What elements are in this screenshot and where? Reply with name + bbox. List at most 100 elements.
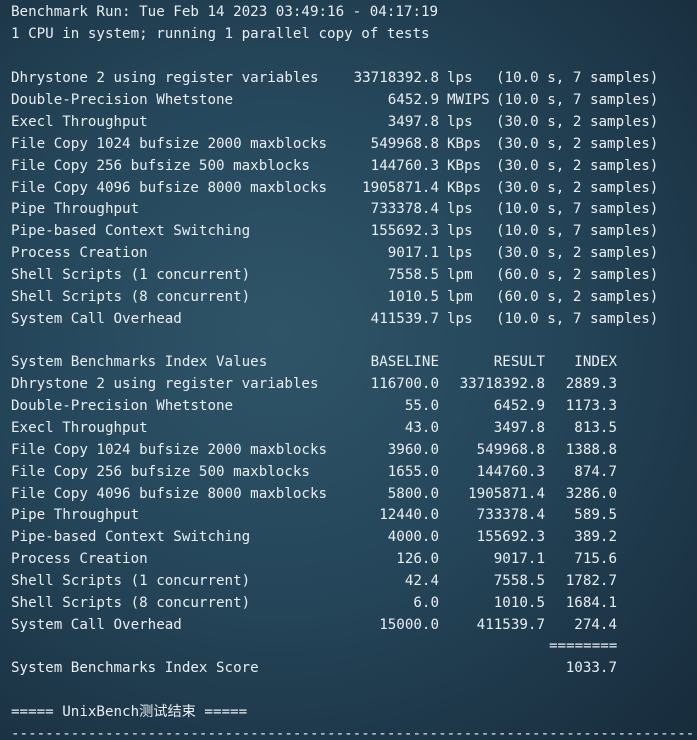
result-name: Pipe Throughput	[11, 201, 140, 218]
index-row-result: 155692.3	[476, 529, 545, 546]
index-divider: ========	[549, 638, 618, 654]
result-name: Shell Scripts (8 concurrent)	[11, 289, 251, 305]
result-info: (30.0 s, 2 samples)	[496, 179, 659, 196]
index-row-baseline: 55.0	[404, 397, 439, 414]
baseline-header: BASELINE	[370, 354, 439, 370]
index-row-baseline: 126.0	[396, 551, 439, 568]
result-name: File Copy 1024 bufsize 2000 maxblocks	[11, 135, 328, 152]
result-name: Process Creation	[11, 245, 148, 262]
result-header: RESULT	[493, 354, 545, 370]
result-info: (10.0 s, 7 samples)	[496, 70, 659, 86]
index-row-baseline: 12440.0	[379, 507, 439, 524]
index-row-baseline: 3960.0	[387, 441, 439, 458]
unixbench-end-line: ===== UnixBench测试结束 =====	[11, 704, 248, 720]
index-row-result: 1905871.4	[468, 485, 545, 502]
result-unit: lps	[447, 113, 473, 130]
result-unit: KBps	[447, 157, 482, 174]
index-row-name: Pipe Throughput	[11, 507, 140, 524]
result-name: Shell Scripts (1 concurrent)	[11, 267, 251, 284]
index-row-result: 9017.1	[493, 551, 545, 568]
index-score-label: System Benchmarks Index Score	[11, 660, 259, 676]
result-info: (10.0 s, 7 samples)	[496, 310, 659, 327]
result-info: (30.0 s, 2 samples)	[496, 135, 659, 152]
result-info: (60.0 s, 2 samples)	[496, 289, 659, 305]
result-unit: lps	[447, 201, 473, 218]
result-name: File Copy 256 bufsize 500 maxblocks	[11, 157, 310, 174]
index-row-name: Dhrystone 2 using register variables	[11, 376, 319, 392]
result-unit: lpm	[447, 267, 473, 284]
result-unit: KBps	[447, 179, 482, 196]
result-unit: lps	[447, 223, 473, 240]
index-row-index: 1684.1	[565, 595, 617, 611]
dashed-separator: ----------------------------------------…	[11, 726, 695, 740]
result-value: 1905871.4	[362, 179, 439, 196]
index-row-index: 1388.8	[565, 441, 617, 458]
index-row-baseline: 15000.0	[379, 616, 439, 633]
index-row-result: 549968.8	[476, 441, 545, 458]
index-row-index: 274.4	[574, 616, 617, 633]
index-row-name: File Copy 256 bufsize 500 maxblocks	[11, 463, 310, 480]
result-name: System Call Overhead	[11, 310, 182, 327]
result-name: Pipe-based Context Switching	[11, 223, 251, 240]
index-row-result: 33718392.8	[459, 376, 545, 392]
index-row-name: Execl Throughput	[11, 419, 148, 436]
index-row-name: File Copy 1024 bufsize 2000 maxblocks	[11, 441, 328, 458]
index-row-index: 874.7	[574, 463, 617, 480]
index-row-name: Shell Scripts (8 concurrent)	[11, 595, 251, 611]
index-row-result: 733378.4	[476, 507, 545, 524]
index-row-baseline: 6.0	[413, 595, 439, 611]
index-row-baseline: 5800.0	[387, 485, 439, 502]
cpu-info-line: 1 CPU in system; running 1 parallel copy…	[11, 26, 430, 42]
index-divider-line: ========	[11, 635, 617, 657]
index-row-name: Pipe-based Context Switching	[11, 529, 251, 546]
result-value: 155692.3	[370, 223, 439, 240]
index-row-baseline: 116700.0	[370, 376, 439, 392]
index-row-result: 7558.5	[493, 573, 545, 590]
index-table-title: System Benchmarks Index Values	[11, 354, 268, 370]
index-row-index: 715.6	[574, 551, 617, 568]
index-row-baseline: 43.0	[404, 419, 439, 436]
benchmark-run-line: Benchmark Run: Tue Feb 14 2023 03:49:16 …	[11, 4, 439, 20]
result-value: 549968.8	[370, 135, 439, 152]
result-value: 1010.5	[387, 289, 439, 305]
result-value: 7558.5	[387, 267, 439, 284]
index-header: INDEX	[574, 354, 617, 370]
index-row-name: Process Creation	[11, 551, 148, 568]
result-info: (10.0 s, 7 samples)	[496, 201, 659, 218]
result-unit: lps	[447, 245, 473, 262]
index-row-result: 144760.3	[476, 463, 545, 480]
index-row-name: File Copy 4096 bufsize 8000 maxblocks	[11, 485, 328, 502]
index-row-result: 3497.8	[493, 419, 545, 436]
result-info: (30.0 s, 2 samples)	[496, 245, 659, 262]
result-info: (60.0 s, 2 samples)	[496, 267, 659, 284]
index-score-value: 1033.7	[565, 660, 617, 676]
result-info: (30.0 s, 2 samples)	[496, 157, 659, 174]
result-info: (30.0 s, 2 samples)	[496, 113, 659, 130]
result-value: 6452.9	[387, 91, 439, 108]
index-table-header: System Benchmarks Index Values BASELINE …	[11, 351, 617, 373]
index-row-name: Shell Scripts (1 concurrent)	[11, 573, 251, 590]
terminal-window[interactable]: Benchmark Run: Tue Feb 14 2023 03:49:16 …	[0, 0, 697, 740]
result-unit: lps	[447, 310, 473, 327]
index-score-line: System Benchmarks Index Score 1033.7	[11, 657, 617, 679]
index-row-name: Double-Precision Whetstone	[11, 397, 234, 414]
result-value: 411539.7	[370, 310, 439, 327]
result-info: (10.0 s, 7 samples)	[496, 223, 659, 240]
result-unit: KBps	[447, 135, 482, 152]
index-row-index: 3286.0	[565, 485, 617, 502]
result-unit: lps	[447, 70, 473, 86]
result-value: 3497.8	[387, 113, 439, 130]
result-name: Double-Precision Whetstone	[11, 91, 234, 108]
result-value: 144760.3	[370, 157, 439, 174]
index-row-index: 2889.3	[565, 376, 617, 392]
result-value: 33718392.8	[353, 70, 439, 86]
result-unit: MWIPS	[447, 91, 490, 108]
index-row-index: 1782.7	[565, 573, 617, 590]
result-unit: lpm	[447, 289, 473, 305]
index-row-baseline: 1655.0	[387, 463, 439, 480]
result-info: (10.0 s, 7 samples)	[496, 91, 659, 108]
index-row-result: 1010.5	[493, 595, 545, 611]
index-row-baseline: 42.4	[404, 573, 439, 590]
index-row-index: 1173.3	[565, 397, 617, 414]
result-name: File Copy 4096 bufsize 8000 maxblocks	[11, 179, 328, 196]
